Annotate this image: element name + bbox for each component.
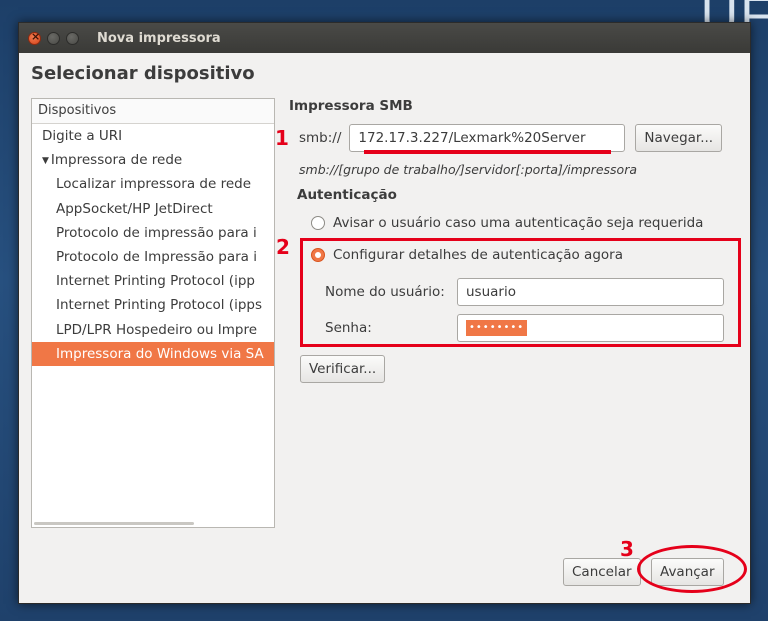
smb-uri-input[interactable] [349, 124, 626, 152]
maximize-window-icon[interactable] [66, 31, 79, 45]
minimize-window-icon[interactable] [47, 31, 60, 45]
annotation-box [300, 238, 741, 347]
cancel-button[interactable]: Cancelar [563, 558, 641, 586]
close-window-icon[interactable] [28, 30, 41, 45]
device-item-ipp[interactable]: Internet Printing Protocol (ipp [32, 269, 274, 293]
device-list-header[interactable]: Dispositivos [32, 99, 274, 124]
device-item-enter-uri[interactable]: Digite a URI [32, 124, 274, 148]
window-title: Nova impressora [97, 30, 221, 46]
auth-section-title: Autenticação [297, 187, 397, 203]
device-item-windows-samba[interactable]: Impressora do Windows via SA [32, 341, 274, 366]
annotation-number-3: 3 [620, 537, 634, 561]
radio-button-off[interactable] [311, 216, 325, 230]
radio-prompt-auth[interactable]: Avisar o usuário caso uma autenticação s… [311, 215, 703, 231]
annotation-number-1: 1 [275, 126, 289, 150]
smb-section-title: Impressora SMB [289, 98, 413, 114]
device-item-print-protocol-2[interactable]: Protocolo de Impressão para i [32, 245, 274, 269]
radio-prompt-auth-label: Avisar o usuário caso uma autenticação s… [333, 215, 704, 231]
device-item-ipps[interactable]: Internet Printing Protocol (ipps [32, 293, 274, 317]
verify-button[interactable]: Verificar... [300, 355, 386, 383]
device-item-find-network-printer[interactable]: Localizar impressora de rede [32, 172, 274, 196]
smb-format-hint: smb://[grupo de trabalho/]servidor[:port… [299, 162, 637, 177]
title-bar: Nova impressora [19, 23, 750, 53]
device-item-print-protocol-1[interactable]: Protocolo de impressão para i [32, 221, 274, 245]
device-settings-panel: Impressora SMB smb:// Navegar... smb://[… [289, 98, 739, 342]
page-title: Selecionar dispositivo [31, 63, 255, 84]
expander-down-icon[interactable]: ▼ [42, 156, 49, 166]
device-list[interactable]: Dispositivos Digite a URI ▼ Impressora de… [31, 98, 275, 528]
annotation-underline [364, 150, 611, 154]
device-item-appsocket[interactable]: AppSocket/HP JetDirect [32, 197, 274, 221]
annotation-number-2: 2 [276, 235, 290, 259]
browse-button[interactable]: Navegar... [635, 124, 723, 152]
smb-prefix-label: smb:// [299, 130, 342, 146]
device-item-lpd[interactable]: LPD/LPR Hospedeiro ou Impre [32, 318, 274, 342]
annotation-oval [637, 545, 747, 593]
device-item-network-printer[interactable]: ▼ Impressora de rede [32, 148, 274, 172]
device-item-label: Impressora de rede [50, 152, 183, 169]
horizontal-scrollbar[interactable] [34, 522, 194, 525]
smb-uri-row: smb:// Navegar... [299, 124, 723, 152]
